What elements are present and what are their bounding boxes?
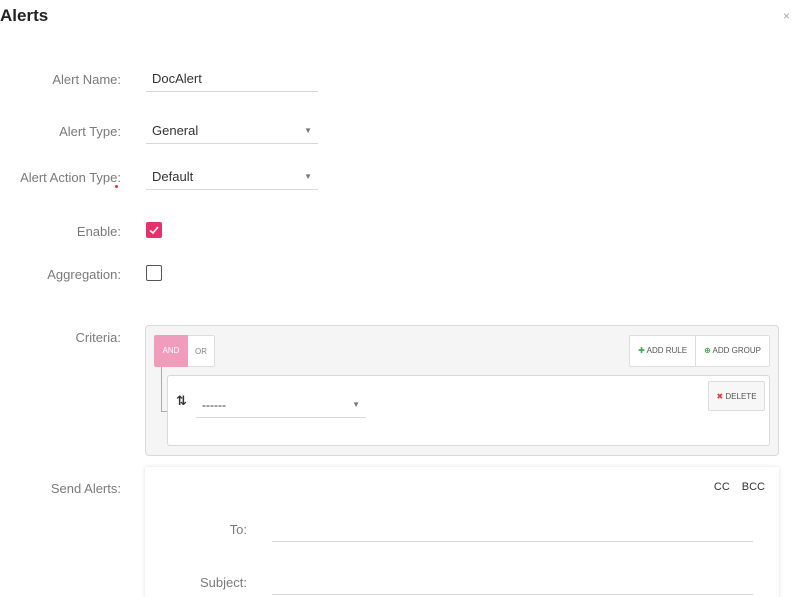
chevron-down-icon: ▼ bbox=[304, 126, 312, 135]
add-rule-label: ADD RULE bbox=[646, 346, 688, 355]
alert-type-value: General bbox=[152, 123, 199, 138]
close-icon[interactable]: × bbox=[783, 9, 790, 23]
sort-icon[interactable]: ⇅ bbox=[176, 393, 187, 409]
checkmark-icon bbox=[149, 226, 159, 235]
alert-name-label: Alert Name: bbox=[52, 72, 121, 87]
rule-field-select[interactable]: ------ ▼ bbox=[196, 392, 366, 418]
subject-label: Subject: bbox=[200, 575, 247, 590]
to-input[interactable] bbox=[272, 518, 753, 542]
subject-input[interactable] bbox=[272, 571, 753, 595]
criteria-builder: AND OR ✚ ADD RULE ⊕ ADD GROUP ⇅ ------ ▼… bbox=[145, 325, 779, 456]
alert-name-input[interactable]: DocAlert bbox=[146, 66, 318, 92]
bcc-link[interactable]: BCC bbox=[742, 481, 765, 493]
alert-action-type-value: Default bbox=[152, 169, 194, 184]
cc-bcc-links: CC BCC bbox=[714, 481, 765, 493]
aggregation-label: Aggregation: bbox=[47, 267, 121, 282]
enable-checkbox[interactable] bbox=[146, 222, 162, 238]
alert-action-type-select[interactable]: Default ▼ bbox=[146, 164, 318, 190]
enable-label: Enable: bbox=[76, 224, 121, 239]
close-icon: ✖ bbox=[716, 392, 724, 401]
required-indicator bbox=[115, 185, 118, 188]
alert-type-label: Alert Type: bbox=[59, 124, 121, 139]
rule-field-value: ------ bbox=[202, 398, 226, 412]
send-alerts-label: Send Alerts: bbox=[50, 481, 121, 496]
or-toggle[interactable]: OR bbox=[188, 335, 215, 367]
aggregation-checkbox[interactable] bbox=[146, 265, 162, 281]
delete-rule-button[interactable]: ✖ DELETE bbox=[708, 381, 765, 411]
chevron-down-icon: ▼ bbox=[304, 172, 312, 181]
add-group-label: ADD GROUP bbox=[712, 346, 761, 355]
to-label: To: bbox=[229, 522, 247, 537]
and-toggle[interactable]: AND bbox=[154, 335, 188, 367]
plus-icon: ✚ bbox=[638, 346, 645, 355]
chevron-down-icon: ▼ bbox=[352, 400, 360, 409]
dialog-title: Alerts bbox=[0, 6, 49, 25]
alert-name-value: DocAlert bbox=[152, 71, 202, 86]
alert-action-type-label: Alert Action Type: bbox=[20, 170, 121, 185]
criteria-actions: ✚ ADD RULE ⊕ ADD GROUP bbox=[629, 335, 770, 367]
plus-circle-icon: ⊕ bbox=[704, 346, 711, 355]
alert-type-select[interactable]: General ▼ bbox=[146, 118, 318, 144]
criteria-rule: ⇅ ------ ▼ ✖ DELETE bbox=[167, 375, 770, 446]
delete-label: DELETE bbox=[725, 392, 757, 401]
cc-link[interactable]: CC bbox=[714, 481, 730, 493]
send-alerts-panel: CC BCC To: Subject: bbox=[145, 467, 779, 597]
add-rule-button[interactable]: ✚ ADD RULE bbox=[630, 336, 695, 366]
criteria-label: Criteria: bbox=[75, 330, 121, 345]
add-group-button[interactable]: ⊕ ADD GROUP bbox=[695, 336, 769, 366]
